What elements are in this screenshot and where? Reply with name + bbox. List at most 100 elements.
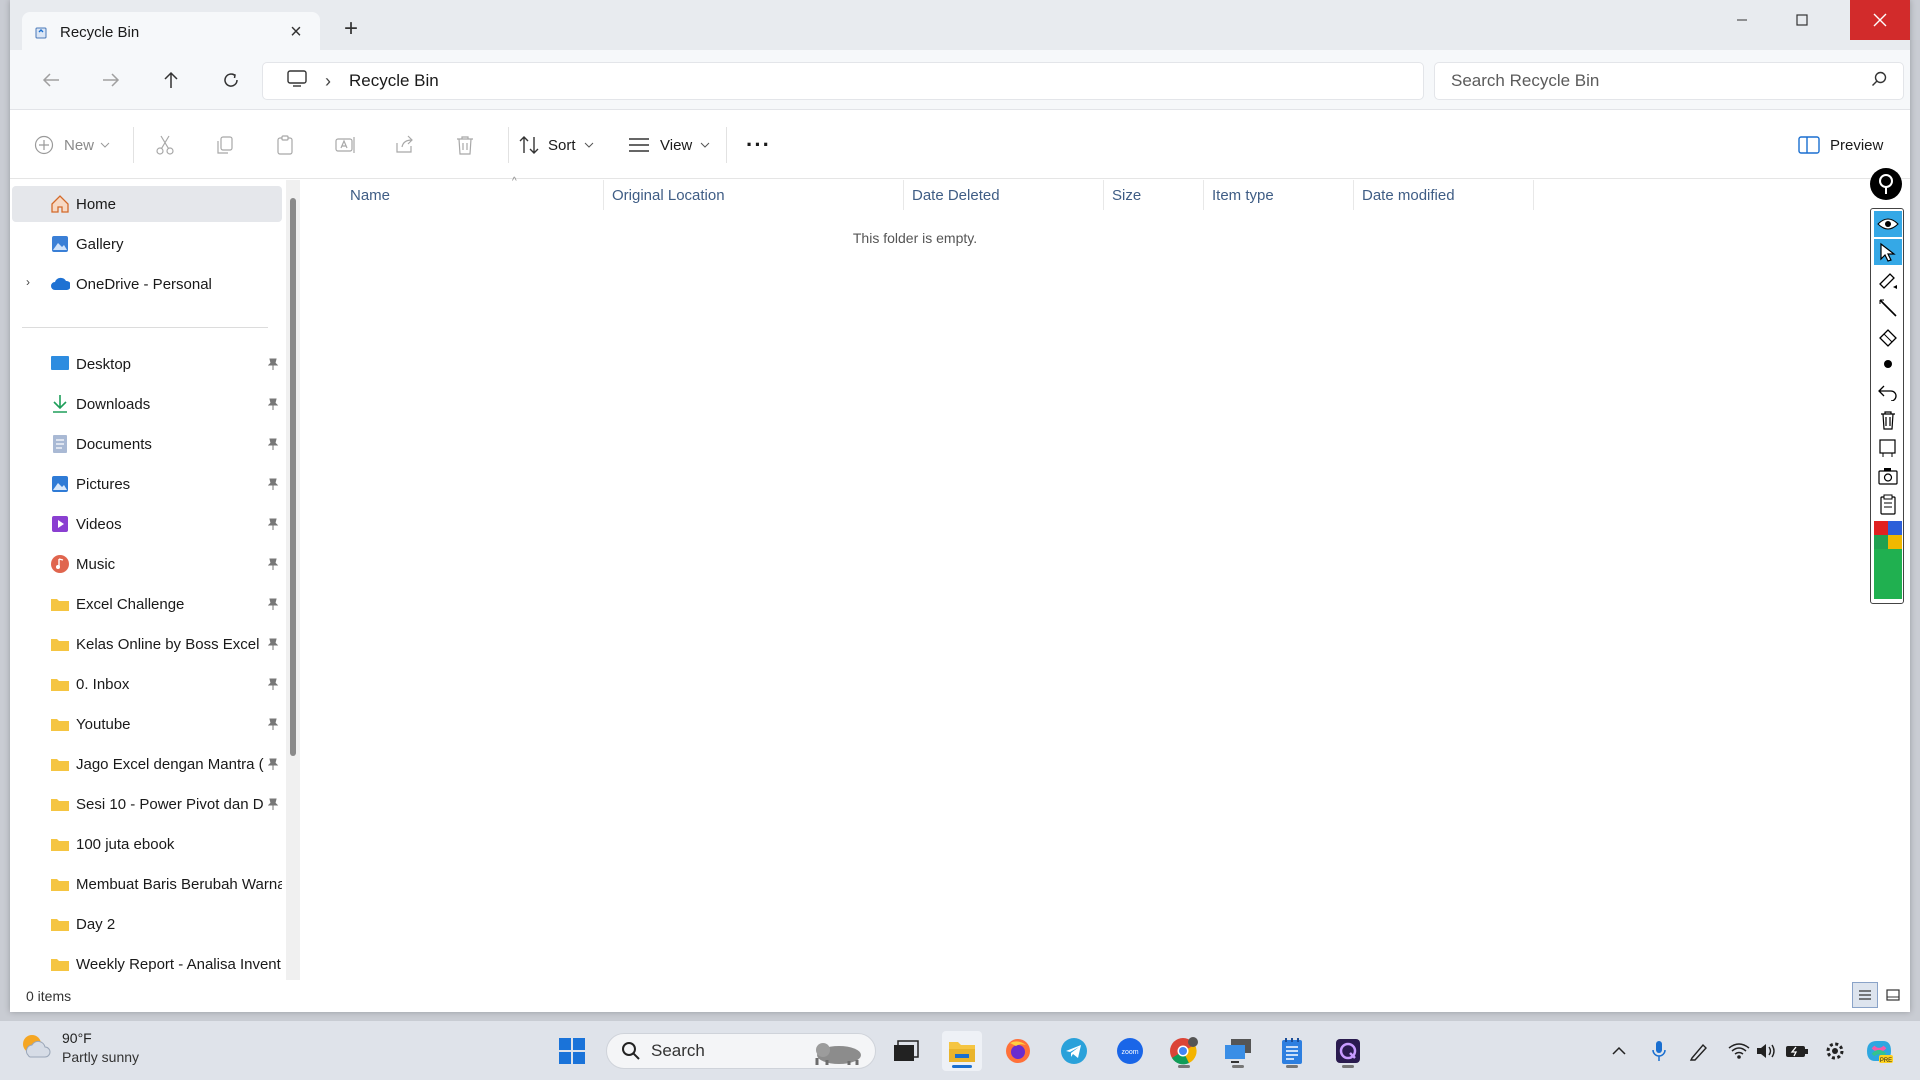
tray-pen[interactable] bbox=[1686, 1037, 1712, 1065]
pin-icon[interactable] bbox=[266, 796, 280, 812]
taskbar-chrome[interactable] bbox=[1164, 1031, 1204, 1071]
annotation-clear-tool[interactable] bbox=[1874, 407, 1902, 433]
delete-button[interactable] bbox=[454, 127, 476, 163]
annotation-screenshot-tool[interactable] bbox=[1874, 463, 1902, 489]
sidebar-item-music[interactable]: Music bbox=[12, 546, 282, 582]
column-header-size[interactable]: Size bbox=[1104, 180, 1204, 210]
column-header-date-deleted[interactable]: Date Deleted bbox=[904, 180, 1104, 210]
sidebar-item-folder[interactable]: Weekly Report - Analisa Invent bbox=[12, 946, 282, 980]
annotation-color-palette[interactable] bbox=[1874, 521, 1902, 601]
more-options-button[interactable]: ··· bbox=[746, 127, 771, 163]
sidebar-item-desktop[interactable]: Desktop bbox=[12, 346, 282, 382]
pin-icon[interactable] bbox=[266, 556, 280, 572]
sidebar-item-videos[interactable]: Videos bbox=[12, 506, 282, 542]
column-header-name[interactable]: Name ^ bbox=[342, 176, 604, 210]
preview-button[interactable]: Preview bbox=[1798, 127, 1883, 163]
sidebar-scrollbar[interactable] bbox=[286, 180, 300, 980]
paste-button[interactable] bbox=[274, 127, 296, 163]
view-button[interactable]: View bbox=[628, 127, 710, 163]
taskbar-remote-desktop[interactable] bbox=[1218, 1031, 1258, 1071]
sidebar-item-folder[interactable]: 0. Inbox bbox=[12, 666, 282, 702]
tab-recycle-bin[interactable]: Recycle Bin × bbox=[22, 12, 320, 52]
minimize-button[interactable] bbox=[1712, 0, 1772, 40]
pin-icon[interactable] bbox=[266, 436, 280, 452]
pin-icon[interactable] bbox=[266, 756, 280, 772]
share-button[interactable] bbox=[394, 127, 416, 163]
annotation-line-tool[interactable] bbox=[1874, 295, 1902, 321]
show-hidden-icons-button[interactable] bbox=[1606, 1037, 1632, 1065]
sidebar-item-pictures[interactable]: Pictures bbox=[12, 466, 282, 502]
pin-icon[interactable] bbox=[266, 396, 280, 412]
maximize-button[interactable] bbox=[1772, 0, 1832, 40]
address-bar[interactable]: › Recycle Bin bbox=[262, 62, 1424, 100]
tray-settings[interactable] bbox=[1822, 1037, 1848, 1065]
annotation-undo-tool[interactable] bbox=[1874, 379, 1902, 405]
taskbar-search[interactable]: Search bbox=[606, 1033, 876, 1069]
annotation-eraser-tool[interactable] bbox=[1874, 323, 1902, 349]
tray-microphone[interactable] bbox=[1646, 1037, 1672, 1065]
sidebar-item-folder[interactable]: Kelas Online by Boss Excel bbox=[12, 626, 282, 662]
column-header-date-modified[interactable]: Date modified bbox=[1354, 180, 1534, 210]
taskbar-telegram[interactable] bbox=[1054, 1031, 1094, 1071]
sidebar-item-folder[interactable]: Day 2 bbox=[12, 906, 282, 942]
sort-button[interactable]: Sort bbox=[518, 127, 594, 163]
annotation-dot-tool[interactable] bbox=[1874, 351, 1902, 377]
tray-battery[interactable] bbox=[1784, 1037, 1810, 1065]
sidebar-item-onedrive[interactable]: › OneDrive - Personal bbox=[12, 266, 282, 302]
annotation-board-tool[interactable] bbox=[1874, 435, 1902, 461]
forward-button[interactable] bbox=[92, 62, 130, 98]
column-header-original-location[interactable]: Original Location bbox=[604, 180, 904, 210]
weather-widget[interactable]: 90°F Partly sunny bbox=[18, 1029, 139, 1067]
annotation-clipboard-tool[interactable] bbox=[1874, 491, 1902, 517]
close-tab-icon[interactable]: × bbox=[284, 21, 308, 44]
sidebar-item-downloads[interactable]: Downloads bbox=[12, 386, 282, 422]
pin-icon[interactable] bbox=[266, 516, 280, 532]
pin-icon[interactable] bbox=[266, 476, 280, 492]
tray-copilot[interactable]: PRE bbox=[1862, 1037, 1896, 1065]
details-view-button[interactable] bbox=[1852, 982, 1878, 1008]
breadcrumb-separator[interactable]: › bbox=[325, 71, 331, 92]
new-tab-button[interactable]: + bbox=[336, 14, 366, 44]
annotation-pointer-tool[interactable] bbox=[1874, 239, 1902, 265]
chevron-right-icon[interactable]: › bbox=[26, 275, 30, 289]
search-input[interactable]: Search Recycle Bin bbox=[1434, 62, 1904, 100]
scrollbar-thumb[interactable] bbox=[290, 198, 296, 756]
search-icon[interactable] bbox=[1871, 71, 1887, 92]
pin-icon[interactable] bbox=[266, 356, 280, 372]
back-button[interactable] bbox=[32, 62, 70, 98]
tiles-view-button[interactable] bbox=[1880, 982, 1906, 1008]
sidebar-item-documents[interactable]: Documents bbox=[12, 426, 282, 462]
annotation-toggle-button[interactable] bbox=[1870, 168, 1902, 200]
refresh-button[interactable] bbox=[212, 62, 250, 98]
tray-wifi[interactable] bbox=[1726, 1037, 1752, 1065]
annotation-pen-tool[interactable] bbox=[1874, 267, 1902, 293]
taskbar-notepad[interactable] bbox=[1272, 1031, 1312, 1071]
taskbar-screen-recorder[interactable] bbox=[1328, 1031, 1368, 1071]
rename-button[interactable] bbox=[334, 127, 356, 163]
cut-button[interactable] bbox=[154, 127, 176, 163]
annotation-eye-tool[interactable] bbox=[1874, 211, 1902, 237]
column-header-item-type[interactable]: Item type bbox=[1204, 180, 1354, 210]
sidebar-item-folder[interactable]: 100 juta ebook bbox=[12, 826, 282, 862]
sidebar-item-folder[interactable]: Youtube bbox=[12, 706, 282, 742]
close-window-button[interactable] bbox=[1850, 0, 1910, 40]
sidebar-item-gallery[interactable]: Gallery bbox=[12, 226, 282, 262]
new-button[interactable]: New bbox=[34, 127, 110, 163]
up-button[interactable] bbox=[152, 62, 190, 98]
sidebar-item-folder[interactable]: Membuat Baris Berubah Warna bbox=[12, 866, 282, 902]
sidebar-item-folder[interactable]: Jago Excel dengan Mantra ( bbox=[12, 746, 282, 782]
breadcrumb-recycle-bin[interactable]: Recycle Bin bbox=[349, 71, 439, 91]
taskbar-file-explorer[interactable] bbox=[942, 1031, 982, 1071]
pin-icon[interactable] bbox=[266, 676, 280, 692]
sidebar-item-home[interactable]: Home bbox=[12, 186, 282, 222]
tray-volume[interactable] bbox=[1754, 1037, 1780, 1065]
taskbar-task-view[interactable] bbox=[886, 1031, 926, 1071]
sidebar-item-folder[interactable]: Sesi 10 - Power Pivot dan D bbox=[12, 786, 282, 822]
pin-icon[interactable] bbox=[266, 636, 280, 652]
copy-button[interactable] bbox=[214, 127, 236, 163]
pin-icon[interactable] bbox=[266, 596, 280, 612]
taskbar-zoom[interactable]: zoom bbox=[1110, 1031, 1150, 1071]
sidebar-item-folder[interactable]: Excel Challenge bbox=[12, 586, 282, 622]
start-button[interactable] bbox=[552, 1031, 592, 1071]
pin-icon[interactable] bbox=[266, 716, 280, 732]
